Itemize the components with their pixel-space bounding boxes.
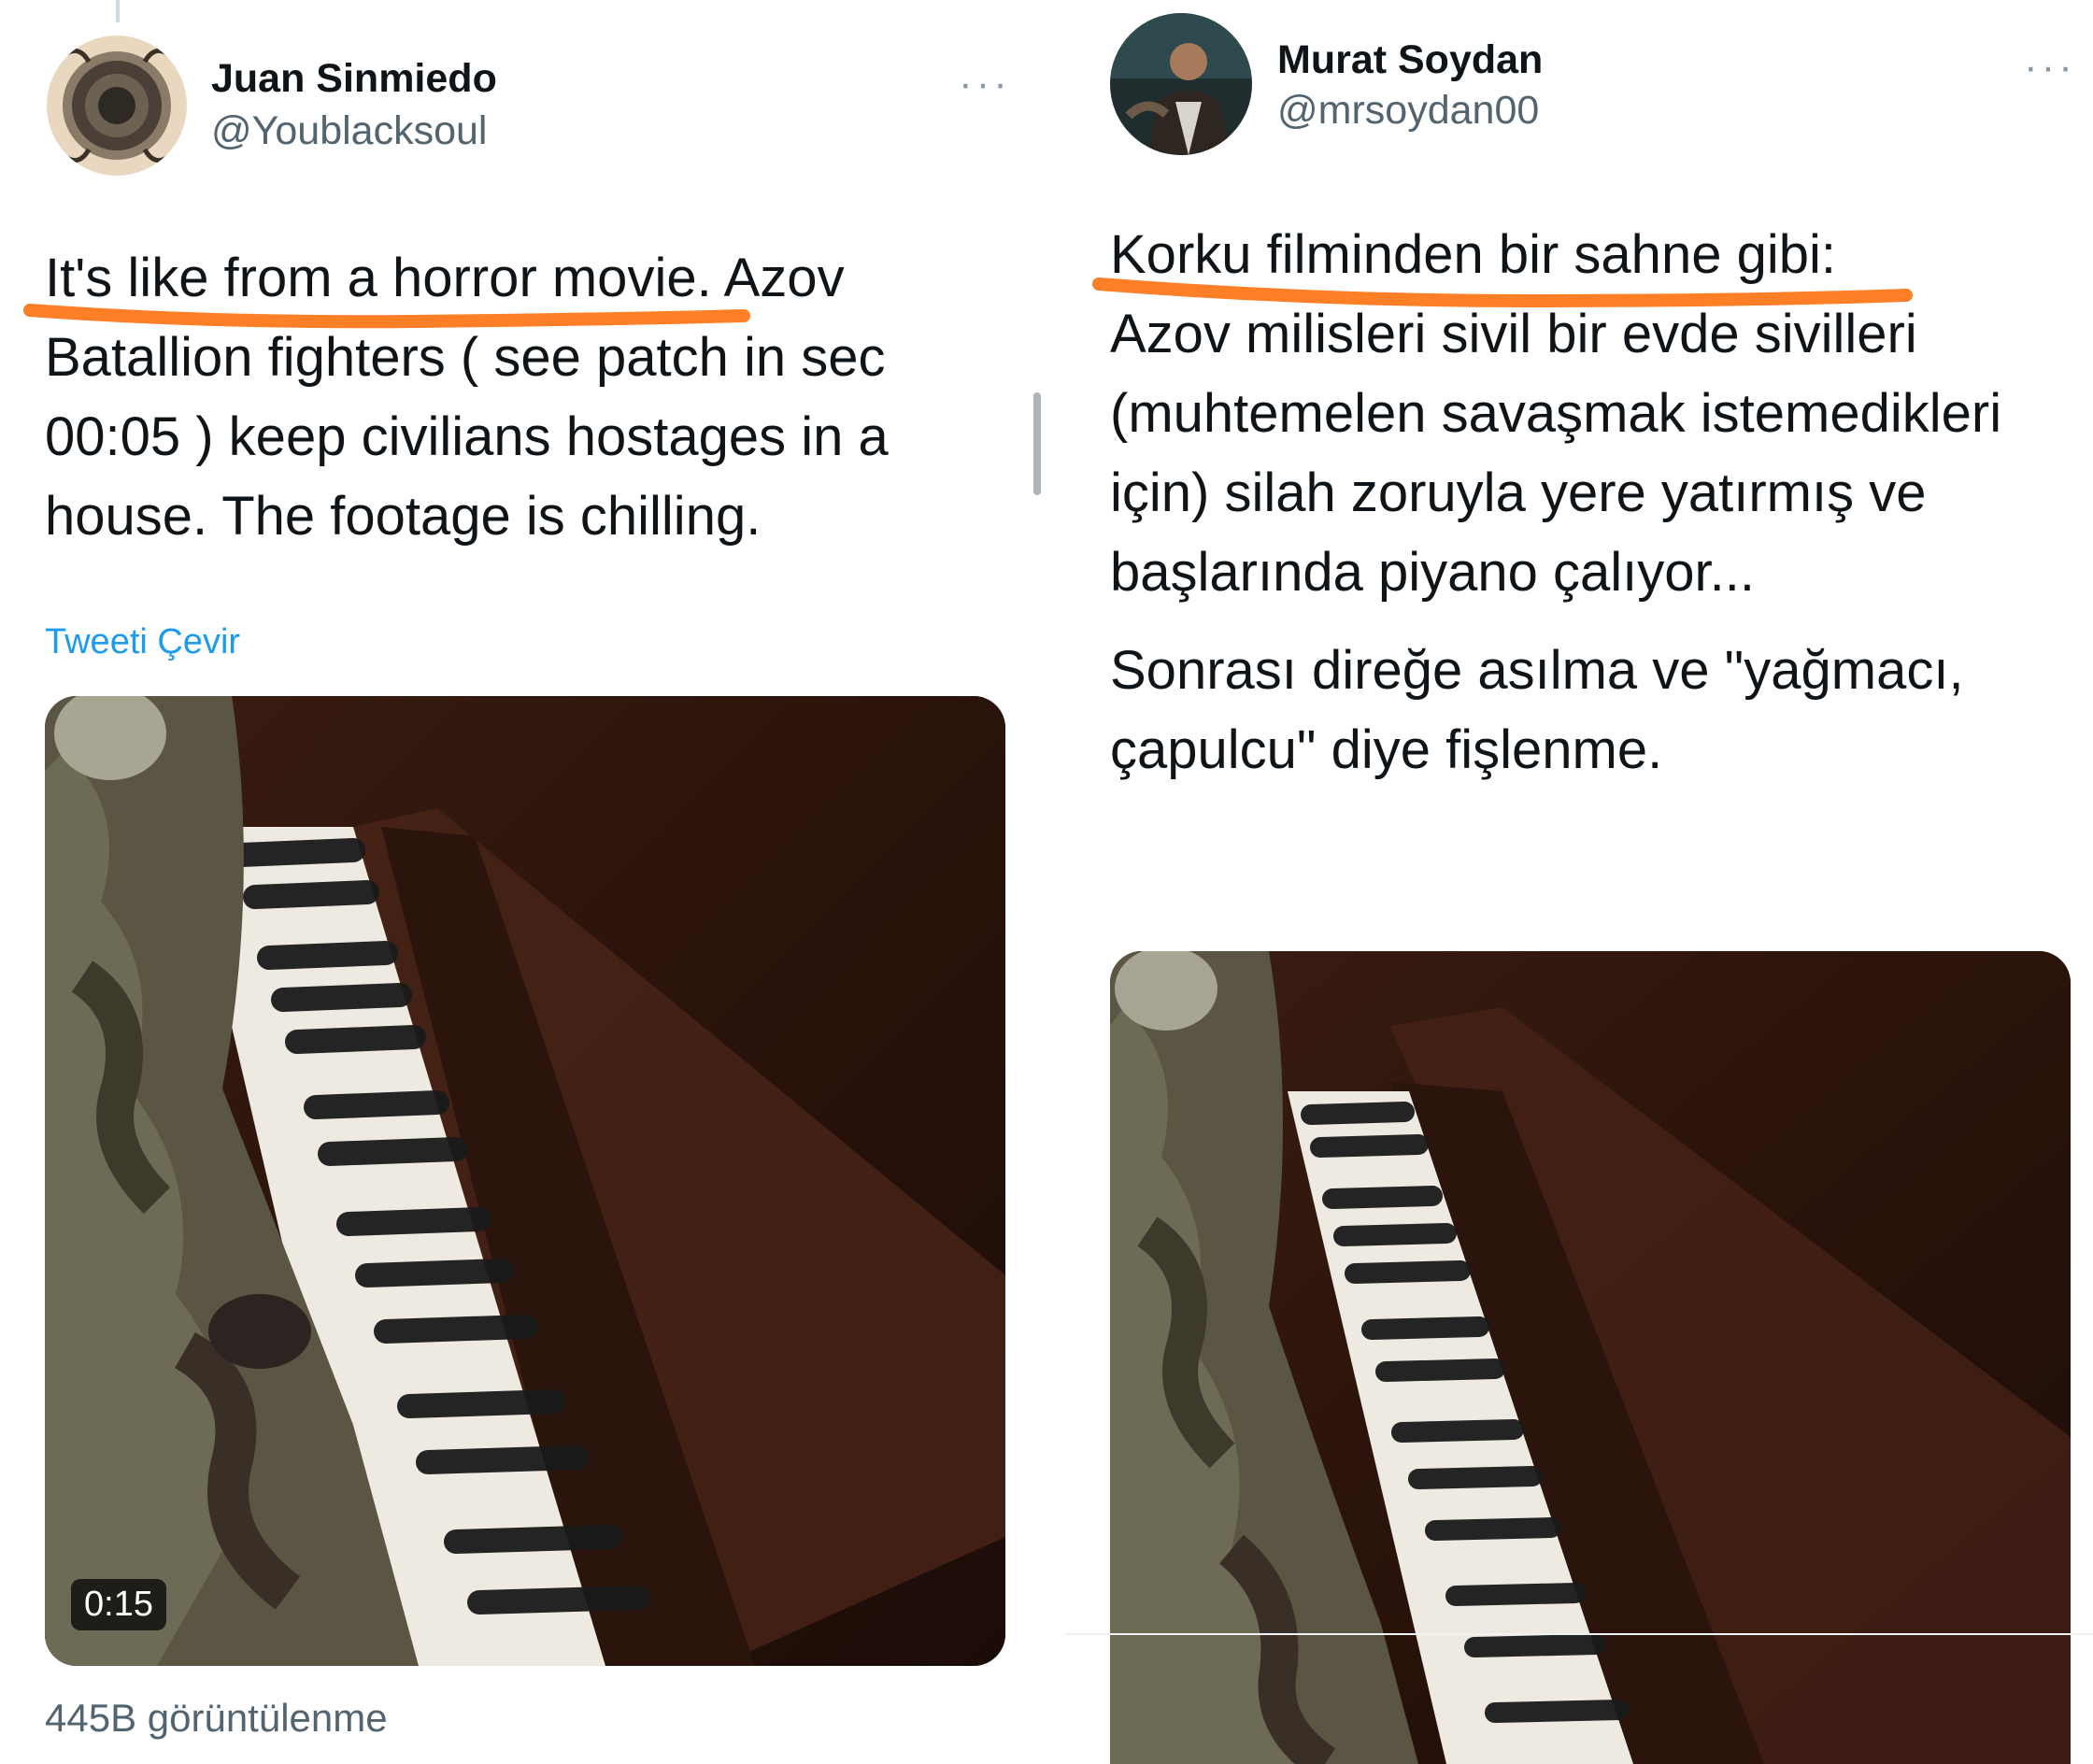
video-player[interactable]: 0:15 xyxy=(45,696,1005,1666)
tweet-left: Juan Sinmiedo @Youblacksoul ··· It's lik… xyxy=(0,0,1056,1764)
user-handle[interactable]: @Youblacksoul xyxy=(211,108,487,154)
highlighted-phrase: Korku filminden bir sahne gibi: xyxy=(1110,224,1836,285)
avatar-illustration xyxy=(47,36,187,176)
video-duration: 0:15 xyxy=(71,1579,166,1630)
tweet-text-second: Sonrası direğe asılma ve "yağmacı, çapul… xyxy=(1110,640,1964,780)
translate-link[interactable]: Tweeti Çevir xyxy=(45,622,240,662)
tweet-text: It's like from a horror movie. Azov Bata… xyxy=(45,238,1017,556)
tweet-right: Murat Soydan @mrsoydan00 ··· Korku filmi… xyxy=(1065,0,2093,1764)
divider xyxy=(1065,1633,2093,1635)
user-handle[interactable]: @mrsoydan00 xyxy=(1277,88,1539,134)
view-count: 445B görüntülenme xyxy=(45,1696,388,1740)
highlighted-phrase: It's like from a horror movie xyxy=(45,248,697,308)
display-name[interactable]: Murat Soydan xyxy=(1277,37,1543,83)
more-options-icon[interactable]: ··· xyxy=(959,64,1011,105)
video-thumbnail xyxy=(45,696,1005,1666)
scrollbar[interactable] xyxy=(1033,392,1041,495)
avatar[interactable] xyxy=(1110,13,1252,155)
thread-line xyxy=(116,0,120,22)
more-options-icon[interactable]: ··· xyxy=(2024,47,2076,88)
avatar-photo xyxy=(1110,13,1252,155)
display-name[interactable]: Juan Sinmiedo xyxy=(211,56,497,102)
avatar[interactable] xyxy=(47,36,187,176)
tweet-text: Korku filminden bir sahne gibi: Azov mil… xyxy=(1110,215,2063,790)
video-thumbnail xyxy=(1110,951,2071,1764)
video-player[interactable] xyxy=(1110,951,2071,1764)
tweet-text-body: Azov milisleri sivil bir evde sivilleri … xyxy=(1110,304,2002,603)
